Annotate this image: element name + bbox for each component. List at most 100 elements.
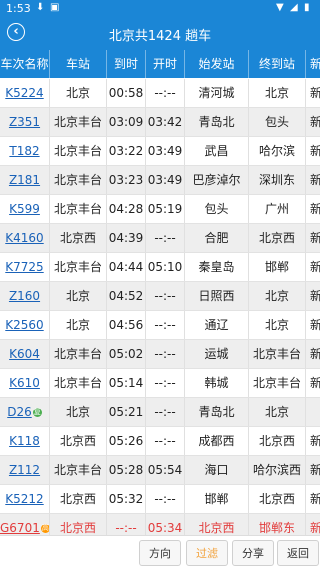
table-row[interactable]: K118 北京西 05:26 --:-- 成都西 北京西 新 <box>0 427 320 456</box>
origin-cell-text: 韩城 <box>204 376 229 390</box>
col-arrival[interactable]: 到时 <box>107 50 146 78</box>
signal-icon: ◢ <box>290 2 298 13</box>
departure-cell-text: 05:34 <box>147 521 183 535</box>
extra-cell: 新 <box>306 282 320 310</box>
table-row[interactable]: Z181 北京丰台 03:23 03:49 巴彦淖尔 深圳东 新 <box>0 166 320 195</box>
departure-cell-text: 05:10 <box>147 260 183 274</box>
origin-cell: 通辽 <box>185 311 249 339</box>
departure-cell-text: 03:49 <box>147 173 183 187</box>
wifi-icon: ▼ <box>276 2 284 13</box>
arrival-cell: 04:56 <box>107 311 146 339</box>
table-row[interactable]: Z112 北京丰台 05:28 05:54 海口 哈尔滨西新 <box>0 456 320 485</box>
arrival-cell-text: 04:52 <box>108 289 144 303</box>
train-number[interactable]: T182 <box>0 137 50 165</box>
extra-cell-text: 新 <box>310 376 320 390</box>
train-number[interactable]: K5212 <box>0 485 50 513</box>
table-row[interactable]: K2560 北京 04:56 --:-- 通辽 北京 新 <box>0 311 320 340</box>
train-number[interactable]: K2560 <box>0 311 50 339</box>
table-row[interactable]: K7725 北京丰台 04:44 05:10 秦皇岛 邯郸 新 <box>0 253 320 282</box>
station-cell: 北京丰台 <box>50 253 107 281</box>
filter-button[interactable]: 过滤 <box>186 540 228 566</box>
app-bar: ‹ 北京共1424 趟车 <box>0 18 320 50</box>
table-row[interactable]: K5224 北京 00:58 --:-- 清河城 北京 新 <box>0 79 320 108</box>
origin-cell: 秦皇岛 <box>185 253 249 281</box>
departure-cell: 05:34 <box>146 514 185 535</box>
train-number-text: K4160 <box>5 231 44 245</box>
arrival-cell: 05:02 <box>107 340 146 368</box>
origin-cell-text: 巴彦淖尔 <box>192 173 241 187</box>
table-row[interactable]: K4160 北京西 04:39 --:-- 合肥 北京西 新 <box>0 224 320 253</box>
table-row[interactable]: K610 北京丰台 05:14 --:-- 韩城 北京丰台新 <box>0 369 320 398</box>
return-button[interactable]: 返回 <box>277 540 319 566</box>
train-number[interactable]: K7725 <box>0 253 50 281</box>
station-cell-text: 北京丰台 <box>53 347 102 361</box>
origin-cell-text: 武昌 <box>204 144 229 158</box>
table-row[interactable]: Z351 北京丰台 03:09 03:42 青岛北 包头 新 <box>0 108 320 137</box>
destination-cell: 哈尔滨 <box>249 137 306 165</box>
station-cell-text: 北京丰台 <box>53 376 102 390</box>
arrival-cell-text: 05:02 <box>108 347 144 361</box>
station-cell: 北京西 <box>50 514 107 535</box>
train-number[interactable]: K5224 <box>0 79 50 107</box>
station-cell: 北京丰台 <box>50 108 107 136</box>
col-origin[interactable]: 始发站 <box>185 50 249 78</box>
departure-cell: --:-- <box>146 311 185 339</box>
table-row[interactable]: G6701 高北京西 --:-- 05:34 北京西 邯郸东新 <box>0 514 320 535</box>
destination-cell: 北京西 <box>249 427 306 455</box>
departure-cell-text: --:-- <box>154 492 176 506</box>
table-row[interactable]: K5212 北京西 05:32 --:-- 邯郸 北京西 新 <box>0 485 320 514</box>
col-train[interactable]: 车次名称 <box>0 50 50 78</box>
table-row[interactable]: D26 复 北京 05:21 --:-- 青岛北 北京 <box>0 398 320 427</box>
table-row[interactable]: K604 北京丰台 05:02 --:-- 运城 北京丰台新 <box>0 340 320 369</box>
table-header: 车次名称 车站 到时 开时 始发站 终到站 新 <box>0 50 320 78</box>
table-row[interactable]: T182 北京丰台 03:22 03:49 武昌 哈尔滨 新 <box>0 137 320 166</box>
direction-button[interactable]: 方向 <box>139 540 181 566</box>
table-row[interactable]: K599 北京丰台 04:28 05:19 包头 广州 新 <box>0 195 320 224</box>
col-destination[interactable]: 终到站 <box>249 50 306 78</box>
train-number[interactable]: D26 复 <box>0 398 50 426</box>
arrival-cell: 05:28 <box>107 456 146 484</box>
station-cell: 北京丰台 <box>50 166 107 194</box>
destination-cell-text: 哈尔滨西 <box>252 463 301 477</box>
departure-cell: 05:19 <box>146 195 185 223</box>
departure-cell: --:-- <box>146 224 185 252</box>
train-number[interactable]: Z351 <box>0 108 50 136</box>
extra-cell-text: 新 <box>310 521 320 535</box>
train-number[interactable]: Z160 <box>0 282 50 310</box>
station-cell: 北京丰台 <box>50 456 107 484</box>
col-station[interactable]: 车站 <box>50 50 107 78</box>
train-number-text: K5224 <box>5 86 44 100</box>
destination-cell-text: 北京 <box>264 405 289 419</box>
share-button[interactable]: 分享 <box>232 540 274 566</box>
table-row[interactable]: Z160 北京 04:52 --:-- 日照西 北京 新 <box>0 282 320 311</box>
train-number[interactable]: Z112 <box>0 456 50 484</box>
station-cell: 北京西 <box>50 485 107 513</box>
station-cell-text: 北京丰台 <box>53 144 102 158</box>
station-cell: 北京丰台 <box>50 195 107 223</box>
train-number[interactable]: K604 <box>0 340 50 368</box>
train-number-text: K5212 <box>5 492 44 506</box>
train-number[interactable]: K4160 <box>0 224 50 252</box>
train-number[interactable]: G6701 高 <box>0 514 50 535</box>
extra-cell: 新 <box>306 253 320 281</box>
arrival-cell: 04:39 <box>107 224 146 252</box>
extra-cell: 新 <box>306 311 320 339</box>
destination-cell: 深圳东 <box>249 166 306 194</box>
train-number[interactable]: K118 <box>0 427 50 455</box>
origin-cell: 巴彦淖尔 <box>185 166 249 194</box>
origin-cell: 合肥 <box>185 224 249 252</box>
station-cell-text: 北京丰台 <box>53 202 102 216</box>
col-extra[interactable]: 新 <box>306 50 320 78</box>
origin-cell-text: 青岛北 <box>198 115 235 129</box>
col-departure[interactable]: 开时 <box>146 50 185 78</box>
train-number[interactable]: Z181 <box>0 166 50 194</box>
extra-cell-text: 新 <box>310 347 320 361</box>
destination-cell: 北京 <box>249 282 306 310</box>
train-number-text: Z351 <box>8 115 41 129</box>
arrival-cell: 05:14 <box>107 369 146 397</box>
destination-cell: 哈尔滨西 <box>249 456 306 484</box>
arrival-cell: 05:26 <box>107 427 146 455</box>
train-number[interactable]: K599 <box>0 195 50 223</box>
departure-cell-text: --:-- <box>154 434 176 448</box>
train-number[interactable]: K610 <box>0 369 50 397</box>
